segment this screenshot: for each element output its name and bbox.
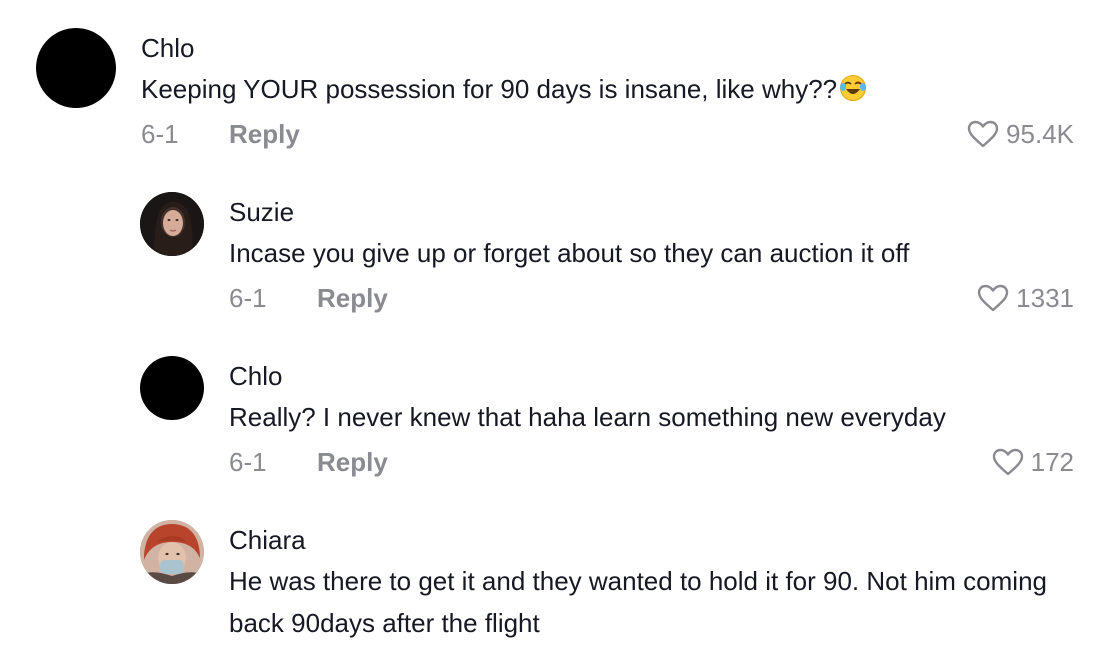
reply-button[interactable]: Reply	[229, 119, 300, 150]
comment-text: Really? I never knew that haha learn som…	[229, 402, 946, 432]
comment-text: Incase you give up or forget about so th…	[229, 238, 910, 268]
comment-item: Chlo Keeping YOUR possession for 90 days…	[0, 28, 1096, 168]
like-count: 172	[1030, 446, 1074, 477]
comment-meta: 6-1 Reply 95.4K	[141, 114, 1074, 154]
like-count: 95.4K	[1006, 118, 1074, 149]
reply-item: Suzie Incase you give up or forget about…	[0, 192, 1096, 332]
avatar[interactable]	[140, 356, 204, 420]
comment-meta: 6-1 Reply 1331	[229, 278, 1074, 318]
comment-text-content: Keeping YOUR possession for 90 days is i…	[141, 74, 838, 104]
comment-meta: 6-1 Reply 172	[229, 442, 1074, 482]
heart-outline-icon	[967, 120, 999, 148]
avatar[interactable]	[36, 28, 116, 108]
comment-text: Keeping YOUR possession for 90 days is i…	[141, 68, 1074, 110]
comment-username[interactable]: Suzie	[229, 196, 1074, 228]
avatar-photo	[140, 192, 204, 256]
avatar[interactable]	[140, 192, 204, 256]
comment-username[interactable]: Chlo	[141, 32, 1074, 64]
avatar[interactable]	[140, 520, 204, 584]
comment-username[interactable]: Chlo	[229, 360, 1074, 392]
like-button[interactable]: 172	[991, 447, 1074, 478]
comment-date: 6-1	[229, 446, 267, 477]
laughing-crying-emoji-icon	[840, 75, 867, 101]
like-button[interactable]: 1331	[976, 283, 1074, 314]
comment-date: 6-1	[141, 118, 179, 149]
heart-outline-icon	[992, 448, 1023, 476]
comment-text: He was there to get it and they wanted t…	[229, 566, 1047, 638]
heart-outline-icon	[977, 284, 1009, 312]
comment-date: 6-1	[229, 282, 267, 313]
reply-button[interactable]: Reply	[317, 447, 388, 478]
like-count: 1331	[1016, 282, 1074, 313]
reply-item: Chiara He was there to get it and they w…	[0, 520, 1096, 648]
reply-item: Chlo Really? I never knew that haha lear…	[0, 356, 1096, 496]
comment-username[interactable]: Chiara	[229, 524, 1074, 556]
reply-button[interactable]: Reply	[317, 283, 388, 314]
like-button[interactable]: 95.4K	[966, 119, 1074, 150]
avatar-photo	[140, 520, 204, 584]
